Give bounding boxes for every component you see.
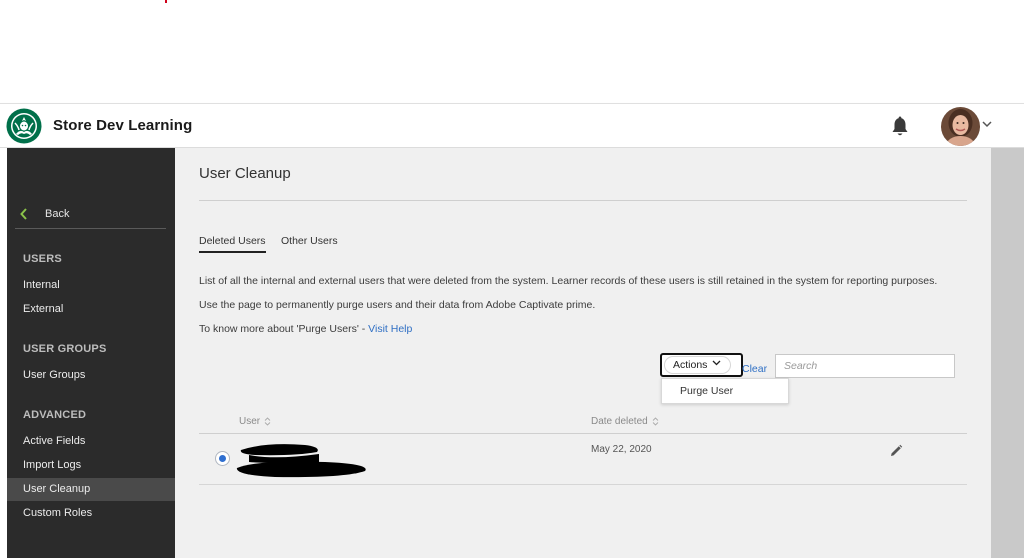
section-user-groups-title: USER GROUPS xyxy=(23,343,107,355)
section-advanced-title: ADVANCED xyxy=(23,409,87,421)
app-title: Store Dev Learning xyxy=(53,117,193,134)
bell-icon[interactable] xyxy=(890,116,910,138)
right-gutter xyxy=(991,148,1024,558)
column-header-user[interactable]: User xyxy=(239,416,271,427)
date-deleted-cell: May 22, 2020 xyxy=(591,444,652,455)
app-header: Store Dev Learning xyxy=(0,103,1024,148)
table-row[interactable]: May 22, 2020 xyxy=(199,434,967,485)
red-mark xyxy=(165,0,167,3)
column-date-label: Date deleted xyxy=(591,416,648,427)
sidebar-item-active-fields[interactable]: Active Fields xyxy=(7,430,175,453)
back-label: Back xyxy=(45,208,70,220)
sort-icon xyxy=(264,417,271,426)
chevron-down-icon[interactable] xyxy=(982,119,992,129)
search-input[interactable] xyxy=(775,354,955,378)
sidebar-item-custom-roles[interactable]: Custom Roles xyxy=(7,502,175,525)
visit-help-link[interactable]: Visit Help xyxy=(368,323,412,335)
section-users-title: USERS xyxy=(23,253,62,265)
tab-deleted-users[interactable]: Deleted Users xyxy=(199,235,266,253)
redacted-user-name xyxy=(236,444,366,478)
description-line-2: Use the page to permanently purge users … xyxy=(199,299,596,311)
chevron-down-icon xyxy=(712,360,721,366)
column-user-label: User xyxy=(239,416,261,427)
avatar[interactable] xyxy=(941,107,980,146)
back-button[interactable]: Back xyxy=(15,205,166,229)
top-blank-area xyxy=(0,0,1024,103)
edit-icon[interactable] xyxy=(889,444,903,458)
actions-dropdown: Purge User xyxy=(661,378,789,404)
column-header-date-deleted[interactable]: Date deleted xyxy=(591,416,659,427)
description-line-3: To know more about 'Purge Users' - Visit… xyxy=(199,323,412,335)
chevron-left-icon xyxy=(20,208,27,220)
sidebar-item-user-cleanup[interactable]: User Cleanup xyxy=(7,478,175,501)
tab-other-users[interactable]: Other Users xyxy=(281,235,338,251)
menu-item-purge-user[interactable]: Purge User xyxy=(662,379,788,403)
row-select-radio[interactable] xyxy=(215,451,230,466)
radio-selected-dot xyxy=(219,455,226,462)
actions-button[interactable]: Actions xyxy=(660,353,743,377)
page-title: User Cleanup xyxy=(199,165,291,182)
sidebar-item-external[interactable]: External xyxy=(7,298,175,321)
help-prompt: To know more about 'Purge Users' - xyxy=(199,323,369,335)
description-line-1: List of all the internal and external us… xyxy=(199,275,938,287)
sidebar: Back USERS Internal External USER GROUPS… xyxy=(7,148,175,558)
title-divider xyxy=(199,200,967,201)
clear-link[interactable]: Clear xyxy=(742,363,767,375)
table-header: User Date deleted xyxy=(199,410,967,434)
sidebar-item-internal[interactable]: Internal xyxy=(7,274,175,297)
sidebar-item-import-logs[interactable]: Import Logs xyxy=(7,454,175,477)
sidebar-item-user-groups[interactable]: User Groups xyxy=(7,364,175,387)
sidebar-edge xyxy=(0,148,7,558)
sort-icon xyxy=(652,417,658,426)
starbucks-logo[interactable] xyxy=(6,108,42,144)
avatar-image xyxy=(941,107,980,146)
main-content: User Cleanup Deleted Users Other Users L… xyxy=(175,148,991,558)
